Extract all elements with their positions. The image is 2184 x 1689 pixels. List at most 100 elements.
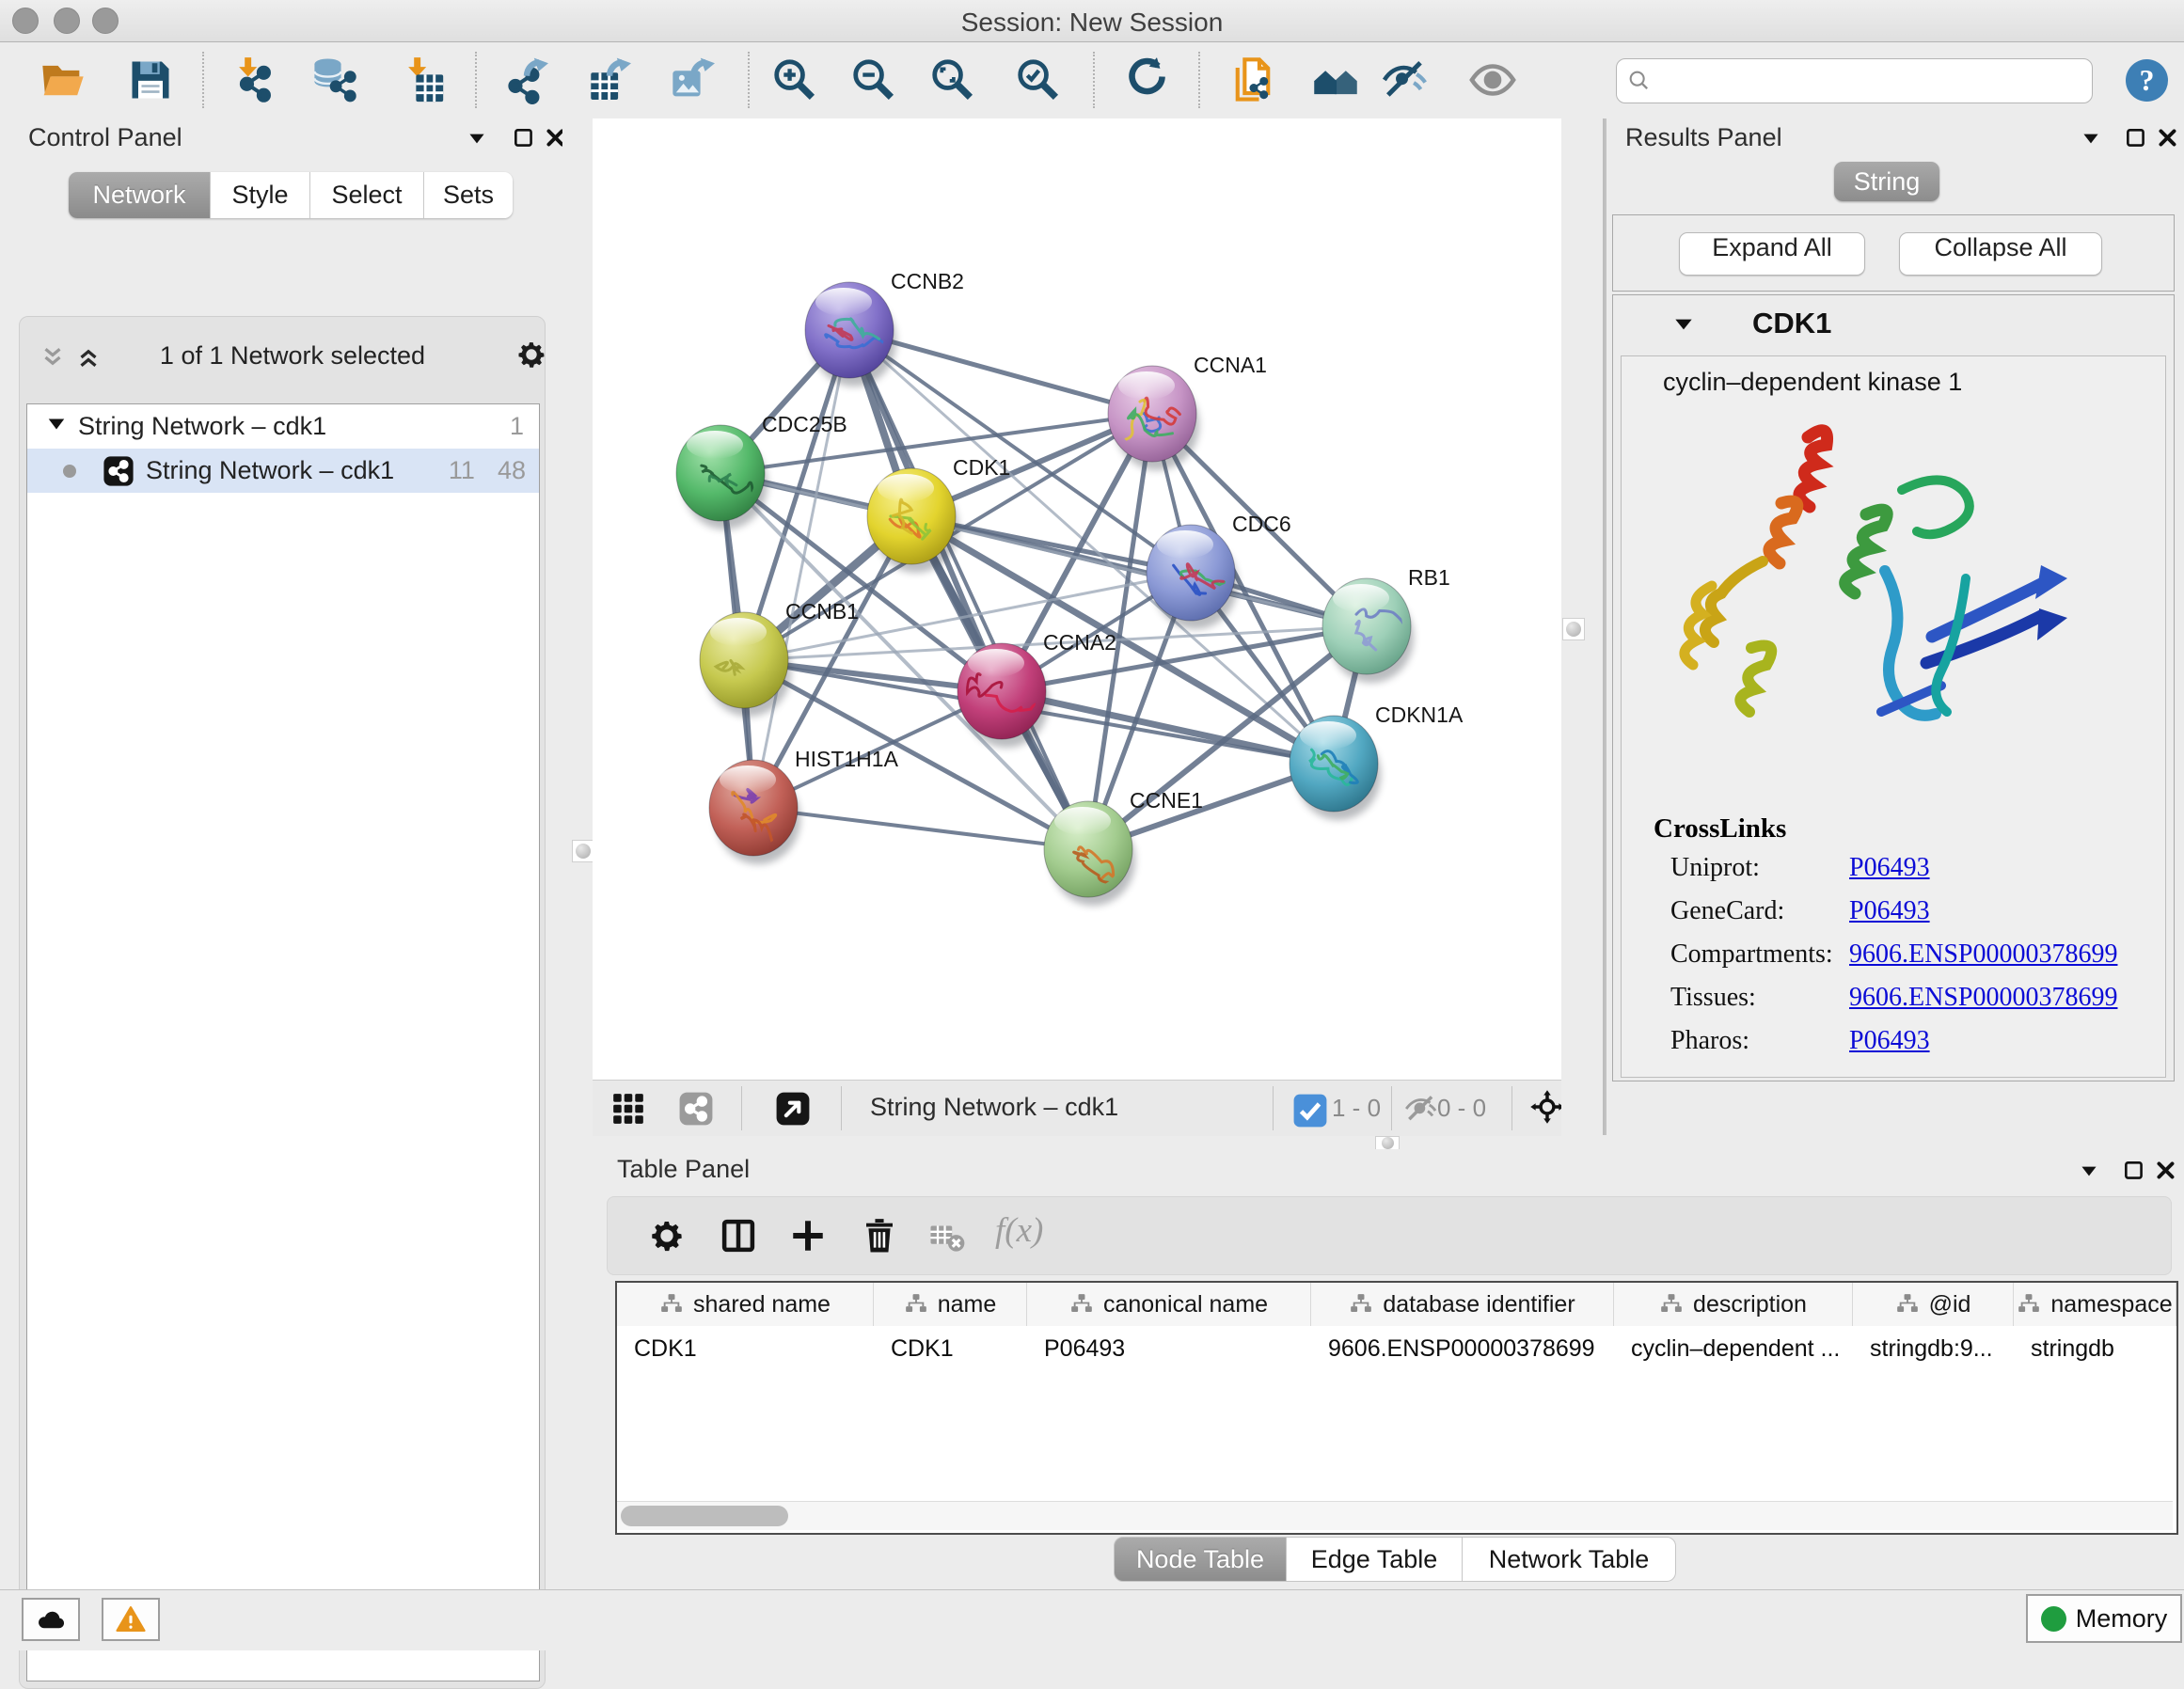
- column-header-description[interactable]: description: [1614, 1283, 1853, 1326]
- table-horizontal-scrollbar[interactable]: [617, 1501, 2173, 1530]
- column-header-name[interactable]: name: [874, 1283, 1027, 1326]
- tab-network-table[interactable]: Network Table: [1462, 1537, 1676, 1582]
- network-node-CDC6[interactable]: [1147, 525, 1238, 629]
- right-splitter-handle[interactable]: [1562, 618, 1585, 640]
- network-options-gear-icon[interactable]: [514, 338, 548, 371]
- column-header-namespace[interactable]: namespace: [2014, 1283, 2176, 1326]
- column-header-label: namespace: [2050, 1291, 2172, 1318]
- cloud-button[interactable]: [22, 1598, 80, 1641]
- table-settings-gear-icon[interactable]: [647, 1216, 687, 1255]
- column-header--id[interactable]: @id: [1853, 1283, 2014, 1326]
- zoom-in-icon[interactable]: [770, 55, 819, 104]
- tab-edge-table[interactable]: Edge Table: [1286, 1537, 1463, 1582]
- selected-count-badge: 1 - 0: [1332, 1094, 1381, 1123]
- network-tree-row[interactable]: String Network – cdk11: [27, 404, 539, 449]
- crosslink-link[interactable]: 9606.ENSP00000378699: [1849, 939, 2117, 969]
- help-button[interactable]: ?: [2126, 59, 2168, 102]
- horizontal-splitter-handle[interactable]: [1375, 1136, 1400, 1150]
- crosslink-link[interactable]: P06493: [1849, 896, 1930, 925]
- network-node-CDK1[interactable]: [867, 468, 958, 573]
- search-input[interactable]: [1658, 61, 2085, 101]
- tab-style[interactable]: Style: [211, 172, 310, 218]
- tab-string[interactable]: String: [1834, 162, 1939, 201]
- table-cell[interactable]: cyclin–dependent ...: [1614, 1328, 1852, 1369]
- expand-all-button[interactable]: Expand All: [1679, 232, 1865, 276]
- save-session-icon[interactable]: [126, 55, 175, 104]
- network-node-CCNE1[interactable]: [1044, 801, 1135, 906]
- delete-column-trash-icon[interactable]: [860, 1216, 899, 1255]
- collapse-all-button[interactable]: Collapse All: [1899, 232, 2102, 276]
- network-edge-CCNB2-CCNE1[interactable]: [849, 330, 1088, 849]
- table-cell[interactable]: CDK1: [617, 1328, 873, 1369]
- table-cell[interactable]: CDK1: [874, 1328, 1026, 1369]
- import-network-file-icon[interactable]: [228, 55, 277, 104]
- collapse-all-chevron-icon[interactable]: [39, 343, 67, 371]
- scrollbar-thumb[interactable]: [621, 1506, 788, 1526]
- open-in-window-icon[interactable]: [775, 1091, 811, 1127]
- tab-sets[interactable]: Sets: [424, 172, 513, 218]
- table-cell[interactable]: P06493: [1027, 1328, 1310, 1369]
- control-panel-float-icon[interactable]: [465, 126, 489, 150]
- left-splitter-handle[interactable]: [572, 840, 594, 862]
- warnings-button[interactable]: [102, 1598, 160, 1641]
- refresh-styles-icon[interactable]: [1123, 55, 1172, 104]
- grid-view-icon[interactable]: [610, 1091, 646, 1127]
- right-splitter[interactable]: [1561, 118, 1605, 1135]
- horizontal-splitter[interactable]: [593, 1136, 2184, 1149]
- bundled-apps-houses-icon[interactable]: [1311, 55, 1360, 104]
- network-edge-CCNB2-HIST1H1A[interactable]: [753, 330, 849, 808]
- crosslink-link[interactable]: P06493: [1849, 1026, 1930, 1055]
- tree-expander-icon[interactable]: [46, 412, 78, 441]
- tab-node-table[interactable]: Node Table: [1114, 1537, 1287, 1582]
- column-header-database-identifier[interactable]: database identifier: [1311, 1283, 1614, 1326]
- zoom-fit-icon[interactable]: [928, 55, 977, 104]
- table-cell[interactable]: stringdb: [2014, 1328, 2176, 1369]
- table-panel-undock-icon[interactable]: [2122, 1159, 2146, 1183]
- selected-checkbox-icon[interactable]: [1292, 1093, 1322, 1123]
- network-canvas[interactable]: CCNB2CCNA1CDC25BCDK1CDC6RB1CCNB1CCNA2CDK…: [593, 118, 1561, 1080]
- network-share-icon[interactable]: [678, 1091, 714, 1127]
- node-table[interactable]: shared namenamecanonical namedatabase id…: [615, 1281, 2178, 1535]
- column-header-shared-name[interactable]: shared name: [617, 1283, 874, 1326]
- table-panel-float-icon[interactable]: [2077, 1159, 2101, 1183]
- expand-all-chevron-icon[interactable]: [74, 343, 103, 371]
- network-edge-HIST1H1A-CCNE1[interactable]: [753, 808, 1088, 849]
- column-header-canonical-name[interactable]: canonical name: [1027, 1283, 1311, 1326]
- string-document-icon[interactable]: [1228, 55, 1277, 104]
- table-cell[interactable]: 9606.ENSP00000378699: [1311, 1328, 1613, 1369]
- tab-network[interactable]: Network: [69, 172, 211, 218]
- network-node-CDC25B[interactable]: [676, 425, 768, 529]
- results-panel: Results Panel String Expand All Collapse…: [1605, 118, 2184, 1135]
- cdk1-collapse-icon[interactable]: [1671, 312, 1696, 337]
- zoom-out-icon[interactable]: [849, 55, 898, 104]
- export-network-icon[interactable]: [502, 55, 551, 104]
- left-splitter[interactable]: [562, 118, 594, 1589]
- crosslink-link[interactable]: 9606.ENSP00000378699: [1849, 983, 2117, 1012]
- table-cell[interactable]: stringdb:9...: [1853, 1328, 2013, 1369]
- hide-selected-eye-icon[interactable]: [1381, 55, 1430, 104]
- network-node-RB1[interactable]: [1322, 578, 1416, 683]
- network-node-CCNB2[interactable]: [805, 282, 896, 387]
- crosslink-link[interactable]: P06493: [1849, 853, 1930, 882]
- memory-button[interactable]: Memory: [2026, 1594, 2182, 1643]
- import-network-database-icon[interactable]: [309, 55, 358, 104]
- network-node-CDKN1A[interactable]: [1290, 716, 1381, 820]
- results-panel-undock-icon[interactable]: [2124, 126, 2148, 150]
- zoom-selected-icon[interactable]: [1014, 55, 1063, 104]
- open-session-icon[interactable]: [39, 55, 87, 104]
- network-node-CCNA1[interactable]: [1108, 366, 1199, 470]
- network-tree-row[interactable]: String Network – cdk11148: [27, 449, 539, 493]
- add-column-plus-icon[interactable]: [788, 1216, 828, 1255]
- show-all-eye-icon[interactable]: [1468, 55, 1517, 104]
- network-node-HIST1H1A[interactable]: [709, 760, 800, 864]
- show-columns-icon[interactable]: [719, 1216, 758, 1255]
- export-image-icon[interactable]: [669, 55, 718, 104]
- table-panel-close-icon[interactable]: [2154, 1159, 2178, 1183]
- export-table-icon[interactable]: [585, 55, 634, 104]
- results-panel-float-icon[interactable]: [2079, 126, 2103, 150]
- control-panel-undock-icon[interactable]: [512, 126, 536, 150]
- results-panel-close-icon[interactable]: [2156, 126, 2180, 150]
- import-table-file-icon[interactable]: [397, 55, 446, 104]
- tab-select[interactable]: Select: [310, 172, 424, 218]
- network-edge-CCNA2-CDKN1A[interactable]: [1002, 691, 1334, 764]
